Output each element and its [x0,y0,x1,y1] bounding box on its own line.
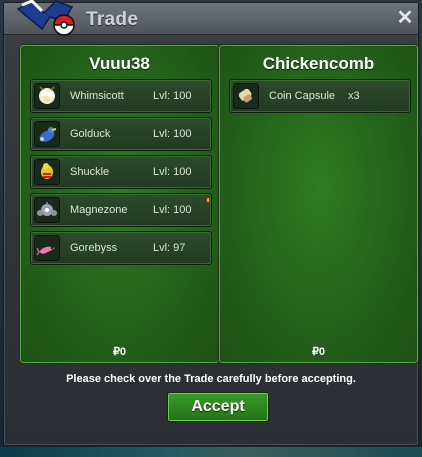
list-item[interactable]: Gorebyss Lvl: 97 [30,231,212,265]
accept-button[interactable]: Accept [167,392,269,422]
item-name: Whimsicott [70,90,124,102]
list-item[interactable]: Magnezone Lvl: 100 [30,193,212,227]
item-name: Shuckle [70,166,110,178]
whimsicott-icon [34,83,60,109]
item-level: Lvl: 100 [153,166,192,178]
gorebyss-icon [34,235,60,261]
window-title: Trade [86,9,139,30]
list-item[interactable]: Shuckle Lvl: 100 [30,155,212,189]
right-item-list: Coin Capsule x3 [229,79,411,117]
item-level: Lvl: 97 [153,242,186,254]
item-quantity: x3 [348,90,360,102]
game-background-strip [0,447,422,457]
coin-capsule-icon [233,83,259,109]
list-item[interactable]: Golduck Lvl: 100 [30,117,212,151]
trade-window: Trade ✕ Vuuu38 Whimsicott Lvl: 100 Goldu… [3,0,419,446]
item-level: Lvl: 100 [153,90,192,102]
right-trader-name: Chickencomb [262,54,375,73]
item-name: Gorebyss [70,242,118,254]
right-money: ₽0 [311,346,326,358]
trade-notice: Please check over the Trade carefully be… [66,373,356,385]
left-money: ₽0 [112,346,127,358]
shuckle-icon [34,159,60,185]
item-name: Coin Capsule [269,90,336,102]
pokeball-logo-icon [16,0,75,36]
right-trade-panel: Chickencomb Coin Capsule x3 ₽0 [219,45,418,363]
magnezone-icon [34,197,60,223]
left-trader-name: Vuuu38 [89,54,150,73]
left-item-list: Whimsicott Lvl: 100 Golduck Lvl: 100 Shu… [30,79,212,269]
golduck-icon [34,121,60,147]
item-level: Lvl: 100 [153,128,192,140]
item-marker-icon [206,197,210,203]
item-name: Magnezone [70,204,128,216]
list-item[interactable]: Coin Capsule x3 [229,79,411,113]
item-name: Golduck [70,128,111,140]
list-item[interactable]: Whimsicott Lvl: 100 [30,79,212,113]
close-icon[interactable]: ✕ [396,8,414,28]
left-trade-panel: Vuuu38 Whimsicott Lvl: 100 Golduck Lvl: … [20,45,219,363]
item-level: Lvl: 100 [153,204,192,216]
